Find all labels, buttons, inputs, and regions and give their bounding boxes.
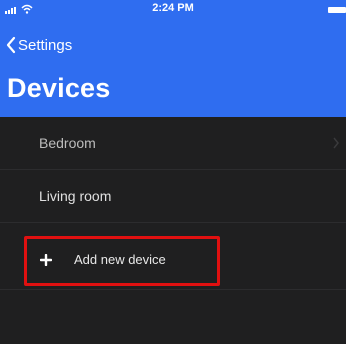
page-title: Devices (7, 73, 111, 103)
device-row-bedroom[interactable]: Bedroom (0, 117, 346, 170)
highlight-box (24, 236, 220, 286)
device-label: Living room (39, 188, 112, 204)
back-button[interactable]: Settings (6, 35, 72, 55)
battery-icon (328, 7, 346, 13)
device-label: Bedroom (39, 135, 96, 151)
device-list: Bedroom Living room Add new device (0, 117, 346, 344)
status-time: 2:24 PM (152, 2, 194, 14)
header: 2:24 PM Settings Devices (0, 0, 346, 117)
chevron-left-icon (6, 36, 16, 54)
back-label: Settings (18, 36, 73, 54)
chevron-right-icon (333, 137, 339, 149)
device-row-living-room[interactable]: Living room (0, 170, 346, 223)
status-bar: 2:24 PM (0, 0, 346, 22)
